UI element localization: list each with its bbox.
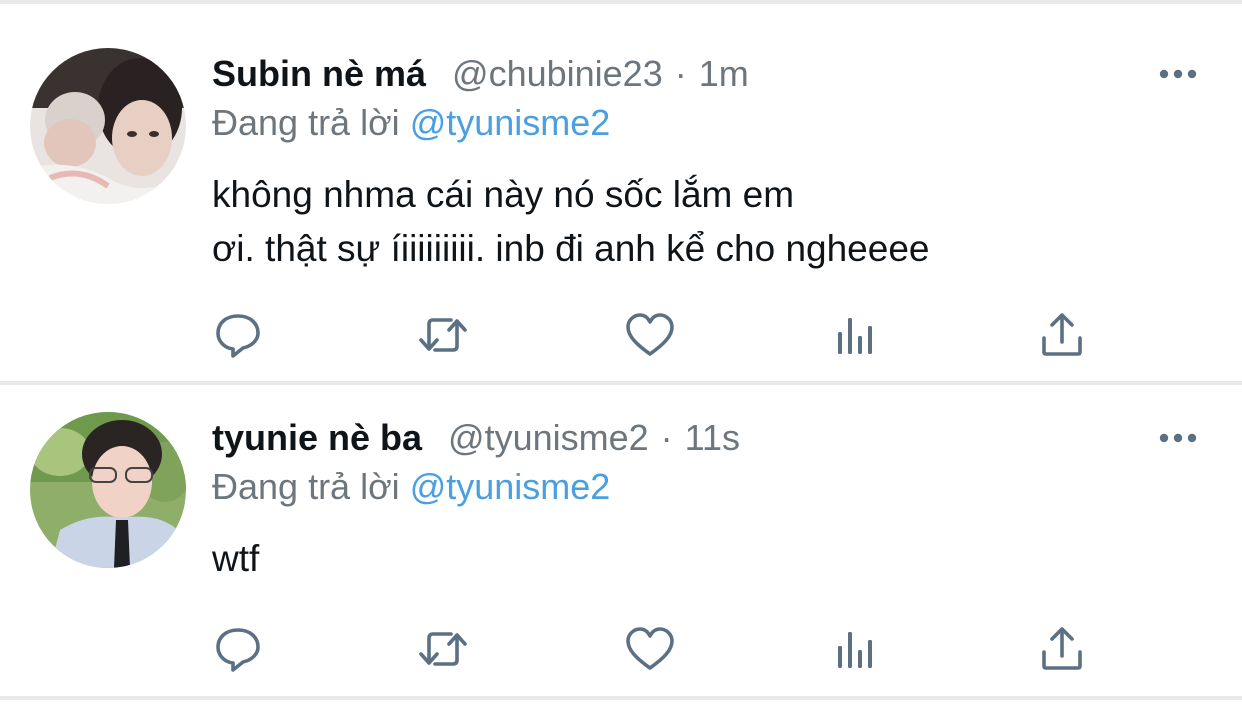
more-horizontal-icon[interactable] (1158, 66, 1198, 82)
analytics-icon[interactable] (830, 310, 882, 360)
tweet-actions (0, 624, 1242, 674)
tweet[interactable]: tyunie nè ba @tyunisme2 · 11s Đang trả l… (0, 412, 1242, 682)
separator-dot: · (660, 417, 673, 458)
user-handle[interactable]: @chubinie23 (452, 53, 663, 95)
display-name[interactable]: Subin nè má (212, 53, 426, 95)
replying-to: Đang trả lời @tyunisme2 (212, 102, 610, 144)
tweet-text-line: ơi. thật sự íiiiiiiiii. inb đi anh kể ch… (212, 228, 930, 269)
separator-dot: · (674, 53, 687, 94)
tweet-header: tyunie nè ba @tyunisme2 · 11s (212, 412, 740, 464)
replying-to-label: Đang trả lời (212, 102, 400, 143)
tweet-text: wtf (212, 532, 259, 586)
replying-to-label: Đang trả lời (212, 466, 400, 507)
reply-icon[interactable] (212, 310, 264, 360)
tweet-text: không nhma cái này nó sốc lắm em ơi. thậ… (212, 168, 930, 276)
avatar[interactable] (30, 412, 186, 568)
reply-icon[interactable] (212, 624, 264, 674)
tweet-header: Subin nè má @chubinie23 · 1m (212, 48, 749, 100)
tweet-actions (0, 310, 1242, 360)
analytics-icon[interactable] (830, 624, 882, 674)
share-icon[interactable] (1036, 624, 1088, 674)
bottom-divider (0, 696, 1242, 700)
tweet[interactable]: Subin nè má @chubinie23 · 1m Đang trả lờ… (0, 48, 1242, 368)
retweet-icon[interactable] (417, 624, 469, 674)
user-handle[interactable]: @tyunisme2 (448, 417, 649, 459)
replying-to: Đang trả lời @tyunisme2 (212, 466, 610, 508)
avatar[interactable] (30, 48, 186, 204)
reply-mention-link[interactable]: @tyunisme2 (410, 102, 611, 143)
timestamp[interactable]: 1m (699, 53, 749, 95)
tweet-divider (0, 381, 1242, 385)
reply-mention-link[interactable]: @tyunisme2 (410, 466, 611, 507)
like-icon[interactable] (624, 624, 676, 674)
timestamp[interactable]: 11s (685, 417, 740, 459)
display-name[interactable]: tyunie nè ba (212, 417, 422, 459)
top-divider (0, 0, 1242, 4)
like-icon[interactable] (624, 310, 676, 360)
retweet-icon[interactable] (417, 310, 469, 360)
tweet-text-line: không nhma cái này nó sốc lắm em (212, 174, 795, 215)
tweet-text-line: wtf (212, 538, 260, 579)
more-horizontal-icon[interactable] (1158, 430, 1198, 446)
share-icon[interactable] (1036, 310, 1088, 360)
